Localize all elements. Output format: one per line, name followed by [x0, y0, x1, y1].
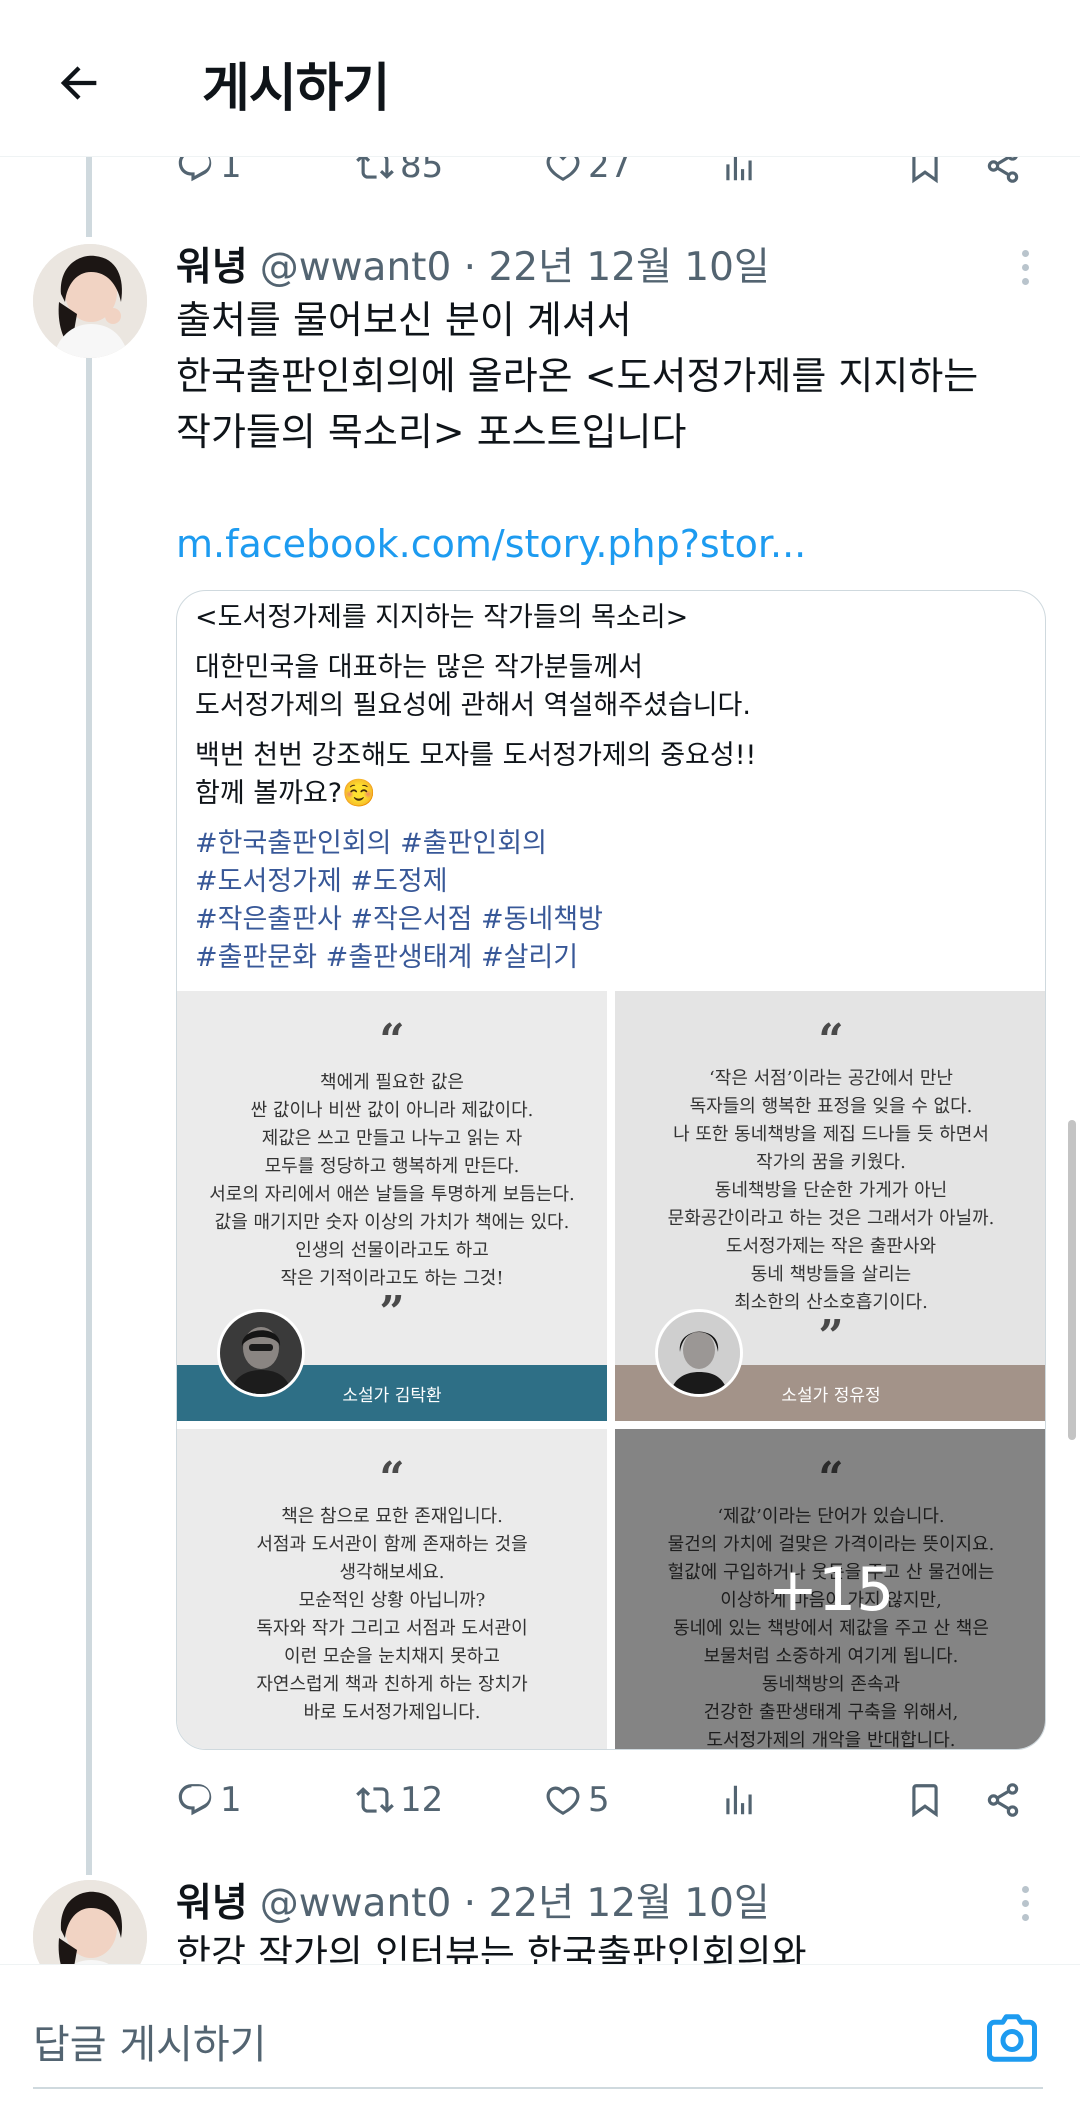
caption-title: <도서정가제를 지지하는 작가들의 목소리>	[195, 602, 689, 633]
tweet-header: 워녕 @wwant0 · 22년 12월 10일	[176, 1872, 770, 1926]
caption-line: 백번 천번 강조해도 모자를 도서정가제의 중요성!!	[195, 740, 757, 771]
image-quote-card-2[interactable]: “ ‘작은 서점’이라는 공간에서 만난 독자들의 행복한 표정을 잊을 수 없…	[615, 991, 1045, 1421]
quote-open-mark: “	[818, 1015, 844, 1066]
quote-line: 생각해보세요.	[339, 1562, 445, 1583]
quote-text: 책에게 필요한 값은 싼 값이나 비싼 값이 아니라 제값이다. 제값은 쓰고 …	[177, 1069, 607, 1293]
quote-line: 싼 값이나 비싼 값이 아니라 제값이다.	[250, 1100, 534, 1121]
reply-icon	[178, 1784, 212, 1816]
author-name[interactable]: 워녕	[176, 1872, 248, 1928]
tweet-text: 출처를 물어보신 분이 계셔서 한국출판인회의에 올라온 <도서정가제를 지지하…	[176, 292, 1036, 572]
quote-open-mark: “	[379, 1453, 405, 1504]
quote-line: 책은 참으로 묘한 존재입니다.	[281, 1506, 503, 1527]
bookmark-icon	[912, 1784, 938, 1818]
author-name[interactable]: 워녕	[176, 236, 248, 292]
image-quote-card-1[interactable]: “ 책에게 필요한 값은 싼 값이나 비싼 값이 아니라 제값이다. 제값은 쓰…	[177, 991, 607, 1421]
quote-line: 값을 매기지만 숫자 이상의 가치가 책에는 있다.	[214, 1212, 570, 1233]
portrait-image	[220, 1312, 302, 1394]
media-card[interactable]: <도서정가제를 지지하는 작가들의 목소리> 대한민국을 대표하는 많은 작가분…	[176, 590, 1046, 1750]
reply-input[interactable]: 답글 게시하기	[33, 2012, 267, 2070]
caption-line: 대한민국을 대표하는 많은 작가분들께서	[195, 652, 644, 683]
tweet-line: 작가들의 목소리> 포스트입니다	[176, 410, 687, 454]
reply-button[interactable]: 1	[176, 1770, 242, 1830]
quote-line: 작가의 꿈을 키웠다.	[756, 1152, 906, 1173]
quote-open-mark: “	[379, 1015, 405, 1066]
reply-count: 1	[220, 1780, 242, 1820]
caption-paragraph: 대한민국을 대표하는 많은 작가분들께서 도서정가제의 필요성에 관해서 역설해…	[195, 649, 1025, 725]
heart-icon	[546, 1786, 580, 1816]
quote-line: 제값은 쓰고 만들고 나누고 읽는 자	[261, 1128, 523, 1149]
hashtag-line: #출판문화 #출판생태계 #살리기	[195, 942, 579, 973]
tweet-header: 워녕 @wwant0 · 22년 12월 10일	[176, 236, 770, 290]
back-button[interactable]	[44, 48, 114, 118]
retweet-button[interactable]: 12	[356, 1770, 443, 1830]
quote-line: 이런 모순을 눈치채지 못하고	[284, 1646, 500, 1667]
portrait-image	[658, 1312, 740, 1394]
quote-line: 나 또한 동네책방을 제집 드나들 듯 하면서	[673, 1124, 989, 1145]
author-portrait	[655, 1309, 743, 1397]
quote-line: 문화공간이라고 하는 것은 그래서가 아닐까.	[667, 1208, 995, 1229]
tweet-line: 한국출판인회의에 올라온 <도서정가제를 지지하는	[176, 354, 979, 398]
caption-paragraph: 백번 천번 강조해도 모자를 도서정가제의 중요성!! 함께 볼까요?☺️	[195, 737, 1025, 813]
scrollbar[interactable]	[1068, 1120, 1076, 1440]
image-quote-card-3[interactable]: “ 책은 참으로 묘한 존재입니다. 서점과 도서관이 함께 존재하는 것을 생…	[177, 1429, 607, 1749]
hashtags: #한국출판인회의 #출판인회의 #도서정가제 #도정제 #작은출판사 #작은서점…	[195, 825, 1025, 977]
quote-line: 서로의 자리에서 애쓴 날들을 투명하게 보듬는다.	[209, 1184, 575, 1205]
more-options-button[interactable]	[1010, 1878, 1040, 1928]
page-title: 게시하기	[202, 59, 390, 119]
back-arrow-icon	[60, 66, 97, 100]
image-caption: <도서정가제를 지지하는 작가들의 목소리> 대한민국을 대표하는 많은 작가분…	[195, 599, 1025, 989]
retweet-count: 12	[400, 1780, 444, 1820]
reply-input-underline	[33, 2087, 1043, 2089]
camera-button[interactable]	[982, 2008, 1042, 2068]
more-images-overlay[interactable]: +15	[615, 1429, 1045, 1749]
quote-author: 소설가 정유정	[781, 1385, 881, 1406]
reply-bar: 답글 게시하기	[0, 1964, 1080, 2106]
quote-line: 모두를 정당하고 행복하게 만든다.	[264, 1156, 520, 1177]
quote-line: 모순적인 상황 아닙니까?	[298, 1590, 486, 1611]
tweet-link[interactable]: m.facebook.com/story.php?stor...	[176, 516, 1036, 572]
retweet-icon	[356, 1787, 394, 1813]
thread-line-upper	[86, 157, 92, 237]
share-icon	[987, 1783, 1019, 1817]
like-button[interactable]: 5	[544, 1770, 610, 1830]
quote-line: 자연스럽게 책과 친하게 하는 장치가	[256, 1674, 528, 1695]
bookmark-button[interactable]	[906, 1770, 944, 1830]
quote-line: 동네책방을 단순한 가게가 아닌	[714, 1180, 948, 1201]
more-options-button[interactable]	[1010, 242, 1040, 292]
like-count: 5	[588, 1780, 610, 1820]
quote-line: 인생의 선물이라고도 하고	[295, 1240, 489, 1261]
quote-line: 서점과 도서관이 함께 존재하는 것을	[256, 1534, 528, 1555]
top-app-bar: 게시하기	[0, 0, 1080, 157]
hashtag-line: #작은출판사 #작은서점 #동네책방	[195, 904, 603, 935]
caption-line: 도서정가제의 필요성에 관해서 역설해주셨습니다.	[195, 690, 751, 721]
avatar-image	[33, 244, 147, 358]
thread-line-lower	[86, 355, 92, 1875]
author-handle-date[interactable]: @wwant0 · 22년 12월 10일	[260, 236, 770, 292]
quote-line: 책에게 필요한 값은	[320, 1072, 464, 1093]
tweet-actions: 1 12 5	[176, 1770, 1036, 1830]
quote-author: 소설가 김탁환	[342, 1385, 442, 1406]
views-button[interactable]	[720, 1770, 758, 1830]
hashtag-line: #도서정가제 #도정제	[195, 866, 448, 897]
tweet-line: 출처를 물어보신 분이 계셔서	[176, 298, 632, 342]
quote-text: 책은 참으로 묘한 존재입니다. 서점과 도서관이 함께 존재하는 것을 생각해…	[177, 1503, 607, 1727]
quote-text: ‘작은 서점’이라는 공간에서 만난 독자들의 행복한 표정을 잊을 수 없다.…	[615, 1065, 1045, 1317]
quote-line: 바로 도서정가제입니다.	[303, 1702, 481, 1723]
quote-line: 독자들의 행복한 표정을 잊을 수 없다.	[689, 1096, 973, 1117]
more-images-count: +15	[767, 1555, 895, 1625]
views-icon	[726, 1785, 752, 1815]
share-button[interactable]	[984, 1770, 1022, 1830]
author-portrait	[217, 1309, 305, 1397]
caption-line: 함께 볼까요?☺️	[195, 778, 376, 809]
quote-line: 도서정가제는 작은 출판사와	[725, 1236, 937, 1257]
quote-line: 동네 책방들을 살리는	[750, 1264, 912, 1285]
quote-line: 독자와 작가 그리고 서점과 도서관이	[256, 1618, 528, 1639]
avatar[interactable]	[33, 244, 147, 358]
camera-icon	[987, 2014, 1037, 2062]
author-handle-date[interactable]: @wwant0 · 22년 12월 10일	[260, 1872, 770, 1928]
image-quote-card-4[interactable]: “ ‘제값’이라는 단어가 있습니다. 물건의 가치에 걸맞은 가격이라는 뜻이…	[615, 1429, 1045, 1749]
hashtag-line: #한국출판인회의 #출판인회의	[195, 828, 547, 859]
quote-line: ‘작은 서점’이라는 공간에서 만난	[709, 1068, 953, 1089]
